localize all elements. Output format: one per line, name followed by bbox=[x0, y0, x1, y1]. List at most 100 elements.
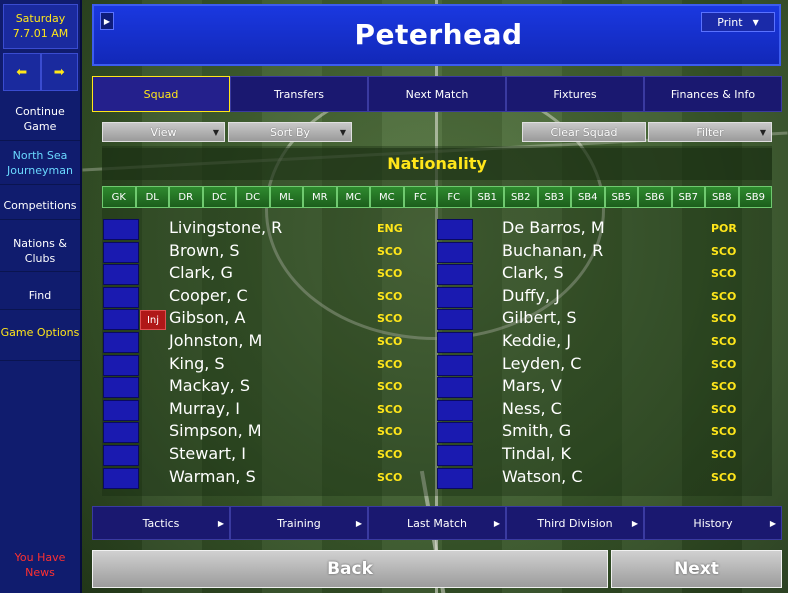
player-name[interactable]: Gilbert, S bbox=[502, 308, 576, 327]
player-position-slot[interactable] bbox=[103, 399, 139, 421]
clear-squad-button[interactable]: Clear Squad bbox=[522, 122, 646, 142]
player-name[interactable]: Duffy, J bbox=[502, 286, 560, 305]
back-arrow-icon[interactable]: ⬅ bbox=[3, 53, 41, 91]
position-header[interactable]: DR bbox=[169, 186, 203, 208]
position-header[interactable]: SB9 bbox=[738, 186, 772, 208]
position-header[interactable]: SB5 bbox=[604, 186, 638, 208]
position-header[interactable]: MR bbox=[303, 186, 337, 208]
position-header[interactable]: DC bbox=[202, 186, 236, 208]
player-name[interactable]: Clark, S bbox=[502, 263, 564, 282]
date-display[interactable]: Saturday 7.7.01 AM bbox=[3, 4, 78, 49]
player-position-slot[interactable] bbox=[103, 467, 139, 489]
tab-finances-info[interactable]: Finances & Info bbox=[644, 76, 782, 112]
third-division-button[interactable]: Third Division ▶ bbox=[506, 506, 644, 540]
player-name[interactable]: Smith, G bbox=[502, 421, 571, 440]
player-position-slot[interactable] bbox=[437, 332, 473, 353]
training-button[interactable]: Training ▶ bbox=[230, 506, 368, 540]
next-button[interactable]: Next bbox=[611, 550, 782, 588]
forward-arrow-icon[interactable]: ➡ bbox=[40, 53, 78, 91]
player-position-slot[interactable] bbox=[437, 264, 473, 286]
player-name[interactable]: Gibson, A bbox=[169, 308, 245, 327]
position-header[interactable]: MC bbox=[370, 186, 404, 208]
player-name[interactable]: Tindal, K bbox=[502, 444, 571, 463]
player-name[interactable]: Buchanan, R bbox=[502, 241, 603, 260]
player-name[interactable]: Livingstone, R bbox=[169, 218, 282, 237]
player-position-slot[interactable] bbox=[437, 219, 473, 240]
player-name[interactable]: Brown, S bbox=[169, 241, 240, 260]
filter-dropdown[interactable]: Filter ▼ bbox=[648, 122, 772, 142]
sort-by-dropdown[interactable]: Sort By ▼ bbox=[228, 122, 352, 142]
tactics-button[interactable]: Tactics ▶ bbox=[92, 506, 230, 540]
history-label: History bbox=[693, 516, 733, 530]
player-name[interactable]: King, S bbox=[169, 354, 225, 373]
sidebar-item-news[interactable]: You Have News bbox=[0, 550, 80, 586]
tab-fixtures[interactable]: Fixtures bbox=[506, 76, 644, 112]
player-position-slot[interactable] bbox=[103, 309, 139, 331]
position-header[interactable]: ML bbox=[269, 186, 303, 208]
position-header[interactable]: SB3 bbox=[537, 186, 571, 208]
player-name[interactable]: Warman, S bbox=[169, 467, 256, 486]
player-name[interactable]: Cooper, C bbox=[169, 286, 248, 305]
player-name[interactable]: Simpson, M bbox=[169, 421, 262, 440]
player-position-slot[interactable] bbox=[103, 354, 139, 376]
sidebar-item-game-options[interactable]: Game Options bbox=[0, 325, 80, 361]
position-header[interactable]: MC bbox=[336, 186, 370, 208]
player-name[interactable]: Johnston, M bbox=[169, 331, 262, 350]
position-header[interactable]: SB1 bbox=[470, 186, 504, 208]
position-header[interactable]: DC bbox=[236, 186, 270, 208]
sidebar-item-competitions[interactable]: Competitions bbox=[0, 198, 80, 220]
player-position-slot[interactable] bbox=[437, 286, 473, 308]
position-header[interactable]: FC bbox=[437, 186, 471, 208]
player-position-slot[interactable] bbox=[103, 286, 139, 308]
player-name[interactable]: Mars, V bbox=[502, 376, 562, 395]
player-position-slot[interactable] bbox=[437, 399, 473, 421]
player-position-slot[interactable] bbox=[103, 219, 139, 240]
player-nationality: SCO bbox=[711, 267, 737, 281]
player-name[interactable]: Watson, C bbox=[502, 467, 582, 486]
player-name[interactable]: Murray, I bbox=[169, 399, 240, 418]
position-header[interactable]: GK bbox=[102, 186, 136, 208]
player-position-slot[interactable] bbox=[437, 309, 473, 331]
player-name[interactable]: De Barros, M bbox=[502, 218, 605, 237]
print-button[interactable]: Print ▼ bbox=[701, 12, 775, 32]
position-header[interactable]: SB7 bbox=[671, 186, 705, 208]
position-header[interactable]: SB6 bbox=[638, 186, 672, 208]
history-button[interactable]: History ▶ bbox=[644, 506, 782, 540]
last-match-button[interactable]: Last Match ▶ bbox=[368, 506, 506, 540]
player-name[interactable]: Ness, C bbox=[502, 399, 562, 418]
view-label: View bbox=[150, 125, 177, 139]
player-position-slot[interactable] bbox=[103, 264, 139, 286]
player-position-slot[interactable] bbox=[437, 354, 473, 376]
player-nationality: SCO bbox=[711, 402, 737, 416]
position-header[interactable]: DL bbox=[135, 186, 169, 208]
player-position-slot[interactable] bbox=[437, 445, 473, 466]
tab-next-match[interactable]: Next Match bbox=[368, 76, 506, 112]
position-row: GK DL DR DC DC ML MR MC MC FC FC SB1 SB2 SB3 SB4 SB5 SB6… bbox=[102, 186, 772, 208]
player-name[interactable]: Mackay, S bbox=[169, 376, 250, 395]
player-position-slot[interactable] bbox=[103, 445, 139, 466]
tab-transfers[interactable]: Transfers bbox=[230, 76, 368, 112]
view-dropdown[interactable]: View ▼ bbox=[102, 122, 225, 142]
player-position-slot[interactable] bbox=[103, 377, 139, 399]
position-header[interactable]: FC bbox=[403, 186, 437, 208]
player-name[interactable]: Leyden, C bbox=[502, 354, 581, 373]
player-name[interactable]: Clark, G bbox=[169, 263, 233, 282]
player-position-slot[interactable] bbox=[437, 377, 473, 399]
position-header[interactable]: SB4 bbox=[571, 186, 605, 208]
player-position-slot[interactable] bbox=[103, 241, 139, 263]
sidebar-item-continue-game[interactable]: Continue Game bbox=[0, 101, 80, 141]
player-position-slot[interactable] bbox=[103, 332, 139, 353]
sidebar-item-find[interactable]: Find bbox=[0, 288, 80, 310]
back-button[interactable]: Back bbox=[92, 550, 608, 588]
tab-squad[interactable]: Squad bbox=[92, 76, 230, 112]
player-position-slot[interactable] bbox=[437, 422, 473, 444]
player-name[interactable]: Stewart, I bbox=[169, 444, 246, 463]
position-header[interactable]: SB8 bbox=[705, 186, 739, 208]
position-header[interactable]: SB2 bbox=[504, 186, 538, 208]
sidebar-item-nations-clubs[interactable]: Nations & Clubs bbox=[0, 236, 80, 272]
sidebar-item-manager[interactable]: North Sea Journeyman bbox=[0, 145, 80, 185]
player-position-slot[interactable] bbox=[103, 422, 139, 444]
player-position-slot[interactable] bbox=[437, 241, 473, 263]
player-name[interactable]: Keddie, J bbox=[502, 331, 571, 350]
player-position-slot[interactable] bbox=[437, 467, 473, 489]
